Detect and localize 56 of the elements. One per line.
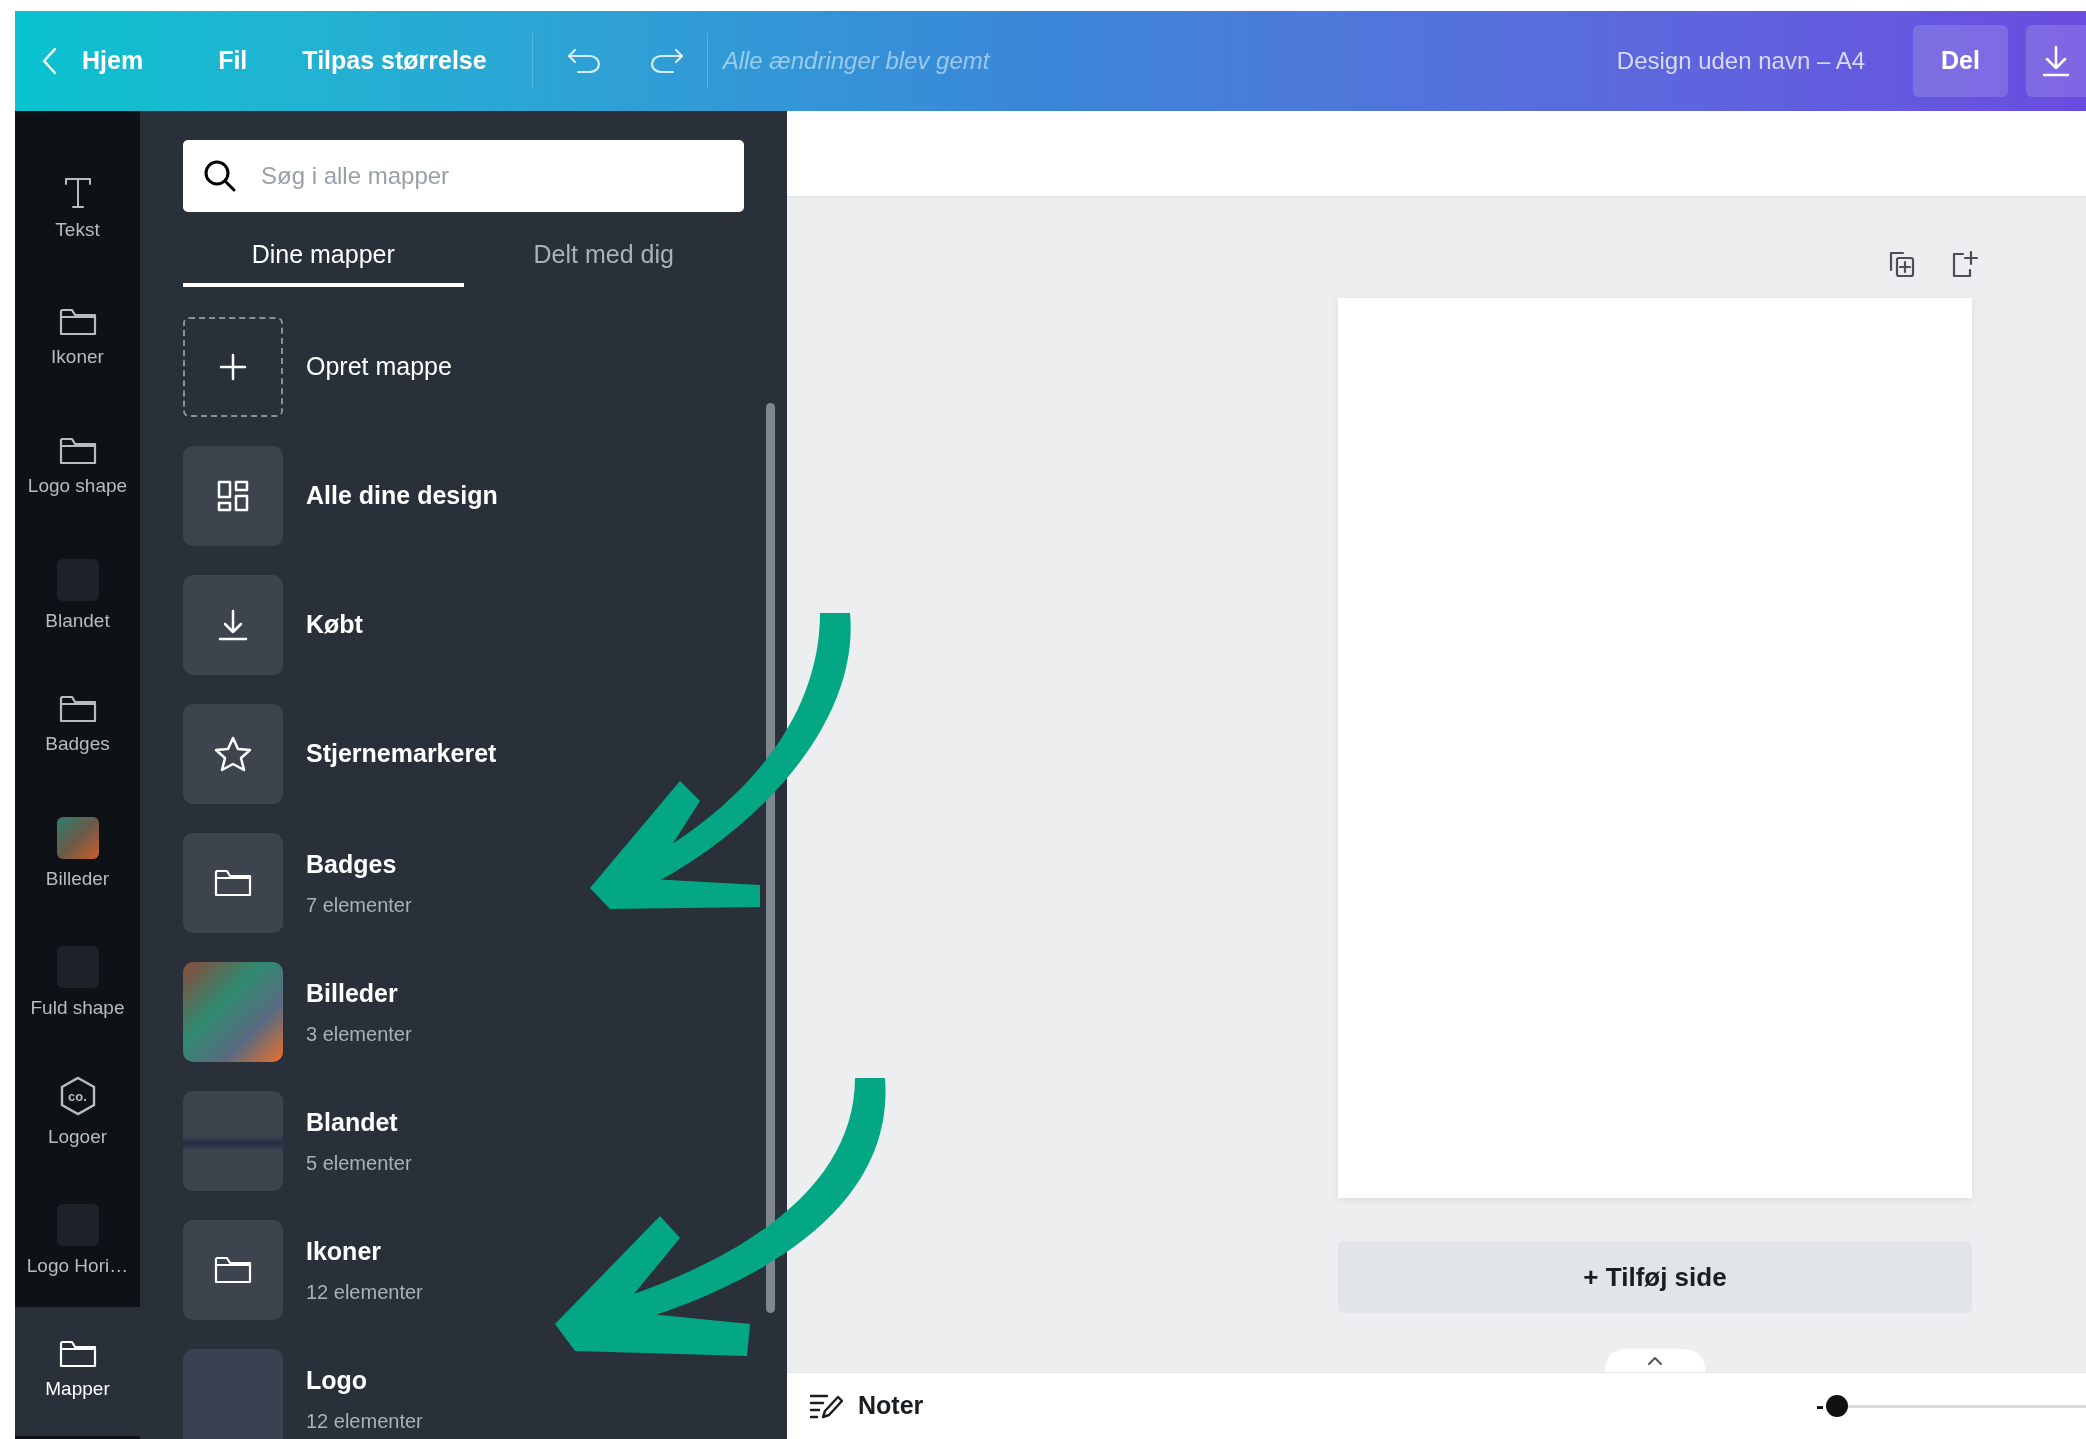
folder-icon xyxy=(58,694,97,725)
grid-icon[interactable] xyxy=(183,446,283,546)
folder-icon[interactable] xyxy=(183,1220,283,1320)
thumbnail-placeholder[interactable] xyxy=(183,1349,283,1439)
folder-title[interactable]: Købt xyxy=(306,606,363,644)
item-count: 3 elementer xyxy=(306,1021,412,1047)
plus-icon xyxy=(219,353,247,381)
zoom-slider[interactable] xyxy=(1826,1395,2086,1417)
folder-title[interactable]: Alle dine design xyxy=(306,477,498,515)
item-count: 12 elementer xyxy=(306,1408,423,1434)
folder-tab[interactable]: Dine mapper xyxy=(183,226,464,287)
rail-item[interactable]: Mapper xyxy=(15,1307,140,1436)
folder-title[interactable]: Blandet xyxy=(306,1104,412,1142)
search-field[interactable]: Søg i alle mapper xyxy=(183,140,744,212)
add-page-button[interactable]: + Tilføj side xyxy=(1338,1241,1972,1313)
folder-tab[interactable]: Delt med dig xyxy=(463,226,744,287)
rail-item[interactable]: Ikoner xyxy=(15,275,140,404)
folder-title[interactable]: Opret mappe xyxy=(306,348,452,386)
folder-icon xyxy=(58,307,97,338)
folder-icon xyxy=(58,1339,97,1370)
rail-item[interactable]: Blandet xyxy=(15,533,140,662)
folder-title[interactable]: Ikoner xyxy=(306,1233,423,1271)
duplicate-page-icon[interactable] xyxy=(1887,249,1917,279)
create-folder-tile[interactable] xyxy=(183,317,283,417)
share-button[interactable]: Del xyxy=(1913,25,2008,97)
caret-up-icon xyxy=(1647,1355,1663,1366)
folder-title[interactable]: Billeder xyxy=(306,975,412,1013)
rail-item[interactable]: Logo Hori… xyxy=(15,1178,140,1307)
folder-title[interactable]: Logo xyxy=(306,1362,423,1400)
item-count: 5 elementer xyxy=(306,1150,412,1176)
rail-item[interactable]: Tekst xyxy=(15,146,140,275)
slider-thumb[interactable] xyxy=(1826,1395,1848,1417)
zoom-out-label: - xyxy=(1816,1391,1824,1421)
rail-item[interactable]: Fuld shape xyxy=(15,920,140,1049)
download-icon[interactable] xyxy=(183,575,283,675)
notes-button[interactable]: Noter xyxy=(809,1387,924,1425)
item-count: 12 elementer xyxy=(306,1279,423,1305)
design-title[interactable]: Design uden navn – A4 xyxy=(1616,43,1865,79)
download-button[interactable] xyxy=(2026,25,2086,97)
item-count: 7 elementer xyxy=(306,892,412,918)
folder-icon[interactable] xyxy=(183,833,283,933)
scrollbar[interactable] xyxy=(766,403,775,1313)
redo-icon[interactable] xyxy=(648,47,685,75)
folder-title[interactable]: Stjernemarkeret xyxy=(306,735,497,773)
rail-item[interactable]: co. Logoer xyxy=(15,1049,140,1178)
rail-item[interactable]: Logo shape xyxy=(15,404,140,533)
save-status: Alle ændringer blev gemt xyxy=(722,46,990,76)
search-icon xyxy=(203,159,237,193)
folder-icon xyxy=(58,436,97,467)
rail-item[interactable]: Billeder xyxy=(15,791,140,920)
notes-pencil-icon xyxy=(809,1392,843,1420)
photo-placeholder xyxy=(56,817,99,860)
add-page-icon[interactable] xyxy=(1950,249,1980,279)
folder-title[interactable]: Badges xyxy=(306,846,412,884)
rail-item[interactable]: Badges xyxy=(15,662,140,791)
undo-icon[interactable] xyxy=(565,47,602,75)
